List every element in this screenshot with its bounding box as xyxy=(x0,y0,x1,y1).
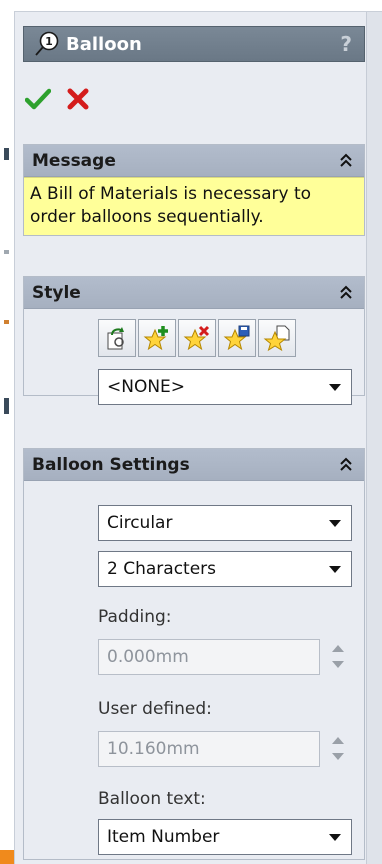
user-defined-spinner[interactable] xyxy=(327,731,349,767)
top-edge xyxy=(14,0,382,12)
balloon-icon: 1 xyxy=(35,31,59,56)
balloon-text-value: Item Number xyxy=(107,827,220,847)
background-glyph xyxy=(4,148,9,160)
balloon-settings-group: Balloon Settings Circular 2 Characters P… xyxy=(23,448,365,860)
style-select[interactable]: <NONE> xyxy=(98,369,352,405)
balloon-text-select[interactable]: Item Number xyxy=(98,819,352,855)
style-select-value: <NONE> xyxy=(107,377,186,397)
balloon-settings-header-label: Balloon Settings xyxy=(32,454,190,475)
apply-style-icon xyxy=(107,327,124,350)
padding-spinner[interactable] xyxy=(327,639,349,675)
spinner-up-icon[interactable] xyxy=(332,645,344,652)
chevron-down-icon xyxy=(329,520,341,527)
balloon-text-label: Balloon text: xyxy=(98,789,206,809)
padding-input[interactable]: 0.000mm xyxy=(98,639,320,675)
chevron-down-icon xyxy=(329,384,341,391)
user-defined-label: User defined: xyxy=(98,699,212,719)
svg-text:1: 1 xyxy=(45,35,53,48)
style-toolbar xyxy=(98,319,364,357)
add-style-button[interactable] xyxy=(138,319,176,357)
padding-label: Padding: xyxy=(98,607,172,627)
message-header-label: Message xyxy=(32,150,116,171)
panel-title: Balloon xyxy=(66,33,142,55)
red-x-icon xyxy=(67,88,89,110)
background-glyph xyxy=(4,320,9,324)
collapse-chevron-icon[interactable] xyxy=(338,456,354,474)
background-glyph xyxy=(4,250,9,254)
load-style-icon xyxy=(263,325,290,352)
help-icon[interactable]: ? xyxy=(340,32,352,56)
balloon-size-value: 2 Characters xyxy=(107,559,217,579)
message-header[interactable]: Message xyxy=(24,145,364,177)
green-checkmark-icon xyxy=(25,88,51,110)
balloon-settings-header[interactable]: Balloon Settings xyxy=(24,449,364,481)
spinner-down-icon[interactable] xyxy=(332,753,344,760)
panel-scroll-edge[interactable] xyxy=(366,12,382,864)
save-style-icon xyxy=(223,325,250,351)
collapse-chevron-icon[interactable] xyxy=(338,284,354,302)
apply-style-button[interactable] xyxy=(98,319,136,357)
delete-style-button[interactable] xyxy=(178,319,216,357)
user-defined-input[interactable]: 10.160mm xyxy=(98,731,320,767)
style-header-label: Style xyxy=(32,282,81,303)
balloon-shape-value: Circular xyxy=(107,513,173,533)
delete-style-icon xyxy=(183,325,210,351)
message-text: A Bill of Materials is necessary to orde… xyxy=(24,177,364,235)
background-glyph xyxy=(4,398,9,414)
balloon-size-select[interactable]: 2 Characters xyxy=(98,551,352,587)
chevron-down-icon xyxy=(329,566,341,573)
load-style-button[interactable] xyxy=(258,319,296,357)
style-header[interactable]: Style xyxy=(24,277,364,309)
spinner-up-icon[interactable] xyxy=(332,737,344,744)
save-style-button[interactable] xyxy=(218,319,256,357)
add-style-icon xyxy=(143,326,168,351)
cancel-button[interactable] xyxy=(63,84,93,114)
balloon-shape-select[interactable]: Circular xyxy=(98,505,352,541)
chevron-down-icon xyxy=(329,834,341,841)
spinner-down-icon[interactable] xyxy=(332,661,344,668)
collapse-chevron-icon[interactable] xyxy=(338,152,354,170)
background-window-edge xyxy=(0,0,14,864)
ok-button[interactable] xyxy=(23,84,53,114)
style-group: Style <NONE> xyxy=(23,276,365,405)
panel-title-bar: 1 Balloon ? xyxy=(23,26,365,62)
message-group: Message A Bill of Materials is necessary… xyxy=(23,144,365,236)
property-manager-panel: 1 Balloon ? Message A Bill of Materials … xyxy=(14,12,366,864)
action-buttons xyxy=(23,82,93,116)
